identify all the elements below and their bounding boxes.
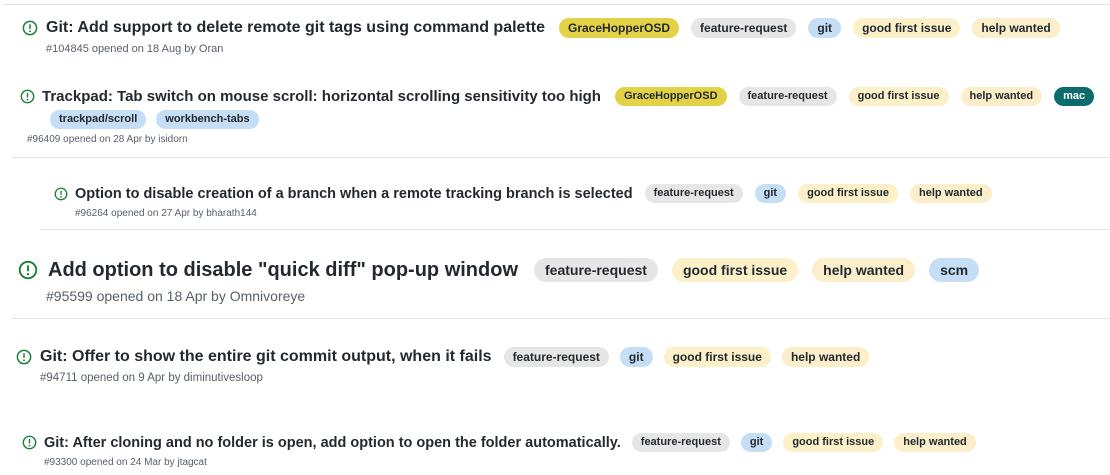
label-feature-request[interactable]: feature-request bbox=[691, 18, 797, 38]
label-git[interactable]: git bbox=[808, 18, 842, 38]
label-mac[interactable]: mac bbox=[1054, 87, 1095, 106]
issue-meta: #96409 opened on 28 Apr by isidorn bbox=[27, 134, 188, 145]
label-help-wanted[interactable]: help wanted bbox=[812, 258, 916, 282]
label-list: feature-request git good first issue hel… bbox=[631, 433, 976, 452]
issue-open-icon bbox=[22, 435, 37, 450]
label-help-wanted[interactable]: help wanted bbox=[781, 347, 870, 367]
label-good-first-issue[interactable]: good first issue bbox=[853, 18, 961, 38]
label-scm[interactable]: scm bbox=[929, 258, 980, 282]
label-gracehopperosd[interactable]: GraceHopperOSD bbox=[614, 87, 727, 106]
row-divider bbox=[4, 4, 1110, 5]
issue-meta: #104845 opened on 18 Aug by Oran bbox=[46, 43, 224, 55]
issue-title-link[interactable]: Git: After cloning and no folder is open… bbox=[44, 435, 621, 451]
label-feature-request[interactable]: feature-request bbox=[534, 258, 658, 282]
label-list-overflow: trackpad/scroll workbench-tabs bbox=[50, 110, 1094, 129]
issue-title-link[interactable]: Add option to disable "quick diff" pop-u… bbox=[48, 259, 518, 282]
label-feature-request[interactable]: feature-request bbox=[631, 433, 730, 452]
issue-row[interactable]: Git: Offer to show the entire git commit… bbox=[16, 347, 870, 384]
label-git[interactable]: git bbox=[740, 433, 773, 452]
issue-title-link[interactable]: Trackpad: Tab switch on mouse scroll: ho… bbox=[42, 88, 601, 105]
row-divider bbox=[12, 157, 1110, 158]
issue-title-link[interactable]: Git: Add support to delete remote git ta… bbox=[46, 19, 545, 37]
issue-open-icon bbox=[22, 20, 38, 36]
issue-open-icon bbox=[54, 187, 68, 201]
label-help-wanted[interactable]: help wanted bbox=[960, 87, 1043, 106]
label-workbench-tabs[interactable]: workbench-tabs bbox=[156, 110, 259, 129]
label-trackpad-scroll[interactable]: trackpad/scroll bbox=[50, 110, 147, 129]
issue-row[interactable]: Add option to disable "quick diff" pop-u… bbox=[18, 258, 980, 304]
label-good-first-issue[interactable]: good first issue bbox=[798, 184, 899, 203]
issue-row[interactable]: Git: After cloning and no folder is open… bbox=[22, 433, 976, 468]
label-list: GraceHopperOSD feature-request good firs… bbox=[614, 87, 1095, 106]
row-divider bbox=[40, 229, 1110, 230]
label-good-first-issue[interactable]: good first issue bbox=[848, 87, 949, 106]
issue-row[interactable]: Git: Add support to delete remote git ta… bbox=[22, 18, 1060, 55]
label-list: feature-request good first issue help wa… bbox=[534, 258, 980, 282]
issue-meta: #93300 opened on 24 Mar by jtagcat bbox=[44, 457, 207, 468]
issue-meta: #94711 opened on 9 Apr by diminutivesloo… bbox=[40, 372, 263, 384]
label-list: feature-request git good first issue hel… bbox=[644, 184, 992, 203]
issue-row[interactable]: Trackpad: Tab switch on mouse scroll: ho… bbox=[20, 87, 1095, 145]
label-git[interactable]: git bbox=[619, 347, 653, 367]
label-list: GraceHopperOSD feature-request git good … bbox=[559, 18, 1060, 38]
issue-meta: #95599 opened on 18 Apr by Omnivoreye bbox=[46, 288, 306, 304]
label-good-first-issue[interactable]: good first issue bbox=[783, 433, 884, 452]
label-help-wanted[interactable]: help wanted bbox=[894, 433, 976, 452]
issue-open-icon bbox=[16, 349, 32, 365]
label-feature-request[interactable]: feature-request bbox=[503, 347, 609, 367]
issue-title-link[interactable]: Option to disable creation of a branch w… bbox=[75, 186, 633, 202]
label-good-first-issue[interactable]: good first issue bbox=[671, 258, 799, 282]
row-divider bbox=[12, 318, 1110, 319]
label-help-wanted[interactable]: help wanted bbox=[972, 18, 1060, 38]
label-git[interactable]: git bbox=[754, 184, 787, 203]
label-help-wanted[interactable]: help wanted bbox=[910, 184, 992, 203]
issue-open-icon bbox=[20, 89, 35, 104]
issue-title-link[interactable]: Git: Offer to show the entire git commit… bbox=[40, 348, 492, 366]
issue-open-icon bbox=[18, 260, 38, 280]
issue-meta: #96264 opened on 27 Apr by bharath144 bbox=[75, 208, 257, 219]
label-feature-request[interactable]: feature-request bbox=[738, 87, 837, 106]
label-list: feature-request git good first issue hel… bbox=[503, 347, 870, 367]
label-gracehopperosd[interactable]: GraceHopperOSD bbox=[559, 18, 680, 38]
label-feature-request[interactable]: feature-request bbox=[644, 184, 743, 203]
label-good-first-issue[interactable]: good first issue bbox=[663, 347, 771, 367]
issue-row[interactable]: Option to disable creation of a branch w… bbox=[54, 184, 992, 219]
